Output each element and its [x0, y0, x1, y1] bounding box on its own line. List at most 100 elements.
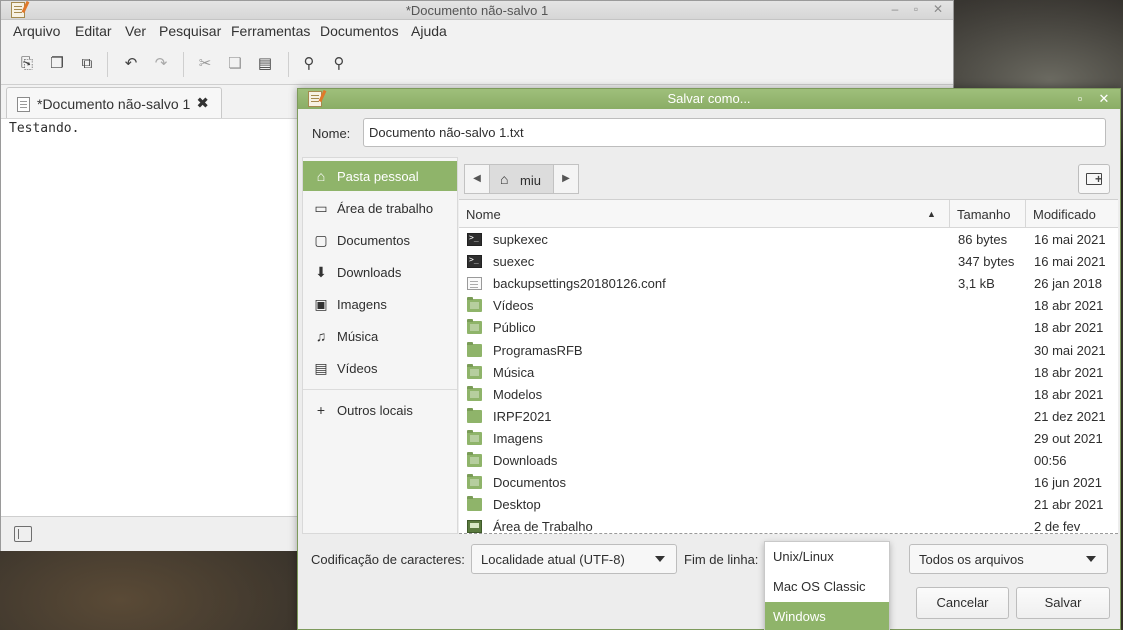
file-name: backupsettings20180126.conf — [493, 276, 666, 292]
place-outros-locais[interactable]: + Outros locais — [303, 395, 457, 425]
folder-icon — [467, 452, 482, 467]
file-name: Público — [493, 320, 536, 336]
place-documentos[interactable]: ▢ Documentos — [303, 225, 457, 255]
editor-title: *Documento não-salvo 1 — [405, 3, 549, 18]
file-modified: 16 mai 2021 — [1034, 232, 1106, 247]
folder-icon — [467, 474, 482, 490]
paste-icon[interactable]: ▤ — [255, 54, 275, 74]
place-videos[interactable]: ▤ Vídeos — [303, 353, 457, 383]
menu-ajuda[interactable]: Ajuda — [411, 23, 447, 39]
minimize-icon[interactable]: – — [885, 1, 905, 19]
file-row[interactable]: Downloads 00:56 — [459, 450, 1118, 472]
file-row[interactable]: suexec 347 bytes 16 mai 2021 — [459, 251, 1118, 273]
file-row[interactable]: Imagens 29 out 2021 — [459, 428, 1118, 450]
filter-value: Todos os arquivos — [919, 552, 1024, 567]
place-label: Documentos — [337, 233, 410, 248]
file-row[interactable]: Vídeos 18 abr 2021 — [459, 295, 1118, 317]
column-size[interactable]: Tamanho — [957, 207, 1010, 222]
cancel-button[interactable]: Cancelar — [916, 587, 1009, 619]
place-musica[interactable]: ♫ Música — [303, 321, 457, 351]
undo-icon[interactable]: ↶ — [121, 54, 141, 74]
file-list-header: Nome ▲ Tamanho Modificado — [459, 200, 1118, 228]
file-modified: 30 mai 2021 — [1034, 342, 1106, 358]
eol-option-label: Mac OS Classic — [773, 579, 866, 594]
save-button[interactable]: Salvar — [1016, 587, 1110, 619]
dialog-bottom-bar: Codificação de caracteres: Localidade at… — [298, 541, 1120, 630]
redo-icon[interactable]: ↷ — [151, 54, 171, 74]
place-pasta-pessoal[interactable]: ⌂ Pasta pessoal — [303, 161, 457, 191]
file-modified: 21 abr 2021 — [1034, 497, 1104, 513]
place-imagens[interactable]: ▣ Imagens — [303, 289, 457, 319]
file-name: Música — [493, 364, 535, 380]
path-back-icon[interactable]: ◀ — [464, 164, 490, 194]
side-panel-toggle-icon[interactable] — [14, 526, 32, 542]
menu-pesquisar[interactable]: Pesquisar — [159, 23, 221, 39]
find-icon[interactable]: ⚲ — [299, 54, 319, 74]
places-separator — [303, 389, 457, 390]
editor-titlebar[interactable]: *Documento não-salvo 1 – ▫ ✕ — [1, 1, 953, 20]
place-downloads[interactable]: ⬇ Downloads — [303, 257, 457, 287]
save-as-dialog: Salvar como... ▫ ✕ Nome: ⌂ Pasta pessoal… — [297, 88, 1121, 630]
file-row[interactable]: Área de Trabalho 2 de fev — [459, 516, 1118, 534]
tab-document[interactable]: *Documento não-salvo 1 ✖ — [6, 87, 222, 118]
file-name: supkexec — [493, 232, 548, 247]
toolbar-separator — [183, 52, 184, 77]
eol-option-unix[interactable]: Unix/Linux — [765, 542, 889, 571]
dialog-titlebar[interactable]: Salvar como... ▫ ✕ — [298, 89, 1120, 109]
file-modified: 18 abr 2021 — [1034, 364, 1104, 380]
file-row[interactable]: Modelos 18 abr 2021 — [459, 384, 1118, 406]
file-row[interactable]: IRPF2021 21 dez 2021 — [459, 406, 1118, 428]
column-separator — [949, 200, 950, 228]
tab-label: *Documento não-salvo 1 — [37, 96, 191, 112]
column-modified[interactable]: Modificado — [1033, 207, 1096, 222]
maximize-icon[interactable]: ▫ — [1071, 90, 1089, 108]
encoding-select[interactable]: Localidade atual (UTF-8) — [471, 544, 677, 574]
file-row[interactable]: Desktop 21 abr 2021 — [459, 494, 1118, 516]
place-label: Música — [337, 329, 379, 344]
find-replace-icon[interactable]: ⚲ — [329, 54, 349, 74]
home-icon: ⌂ — [500, 171, 509, 187]
column-name[interactable]: Nome — [466, 207, 501, 222]
tab-close-icon[interactable]: ✖ — [196, 94, 209, 112]
file-name: Imagens — [493, 430, 543, 446]
file-row[interactable]: Documentos 16 jun 2021 — [459, 472, 1118, 494]
folder-icon — [467, 297, 482, 313]
filename-input[interactable] — [363, 118, 1106, 147]
file-list[interactable]: Nome ▲ Tamanho Modificado supkexec 86 byt… — [459, 199, 1118, 534]
menu-editar[interactable]: Editar — [75, 23, 112, 39]
menubar: Arquivo Editar Ver Pesquisar Ferramentas… — [1, 20, 953, 43]
close-icon[interactable]: ✕ — [928, 1, 948, 19]
file-row[interactable]: Música 18 abr 2021 — [459, 362, 1118, 384]
path-button-home[interactable]: ⌂ miu — [489, 164, 554, 194]
file-name: Modelos — [493, 386, 543, 402]
maximize-icon[interactable]: ▫ — [906, 1, 926, 19]
chevron-down-icon — [1086, 556, 1096, 562]
file-filter-select[interactable]: Todos os arquivos — [909, 544, 1108, 574]
path-forward-icon[interactable]: ▶ — [553, 164, 579, 194]
file-row[interactable]: ProgramasRFB 30 mai 2021 — [459, 340, 1118, 362]
create-folder-button[interactable]: + — [1078, 164, 1110, 194]
file-row[interactable]: Público 18 abr 2021 — [459, 317, 1118, 339]
new-document-icon[interactable]: ⎘ — [17, 54, 37, 74]
menu-ferramentas[interactable]: Ferramentas — [231, 23, 310, 39]
place-area-de-trabalho[interactable]: ▭ Área de trabalho — [303, 193, 457, 223]
paste-document-icon[interactable]: ⧉ — [77, 54, 97, 74]
copy-icon[interactable]: ❏ — [225, 54, 245, 74]
eol-option-windows[interactable]: Windows — [765, 602, 889, 630]
menu-documentos[interactable]: Documentos — [320, 23, 399, 39]
encoding-value: Localidade atual (UTF-8) — [481, 552, 625, 567]
toolbar: ⎘ ❐ ⧉ ↶ ↷ ✂ ❏ ▤ ⚲ ⚲ — [1, 43, 953, 85]
eol-dropdown-popup: Unix/Linux Mac OS Classic Windows — [764, 541, 890, 630]
close-icon[interactable]: ✕ — [1095, 90, 1113, 108]
file-name: IRPF2021 — [493, 408, 552, 424]
download-icon: ⬇ — [315, 264, 327, 280]
copy-document-icon[interactable]: ❐ — [47, 54, 67, 74]
file-row[interactable]: supkexec 86 bytes 16 mai 2021 — [459, 229, 1118, 251]
name-row: Nome: — [298, 109, 1120, 155]
menu-ver[interactable]: Ver — [125, 23, 146, 39]
file-modified: 26 jan 2018 — [1034, 276, 1102, 292]
file-row[interactable]: backupsettings20180126.conf 3,1 kB 26 jan … — [459, 273, 1118, 295]
eol-option-mac[interactable]: Mac OS Classic — [765, 572, 889, 601]
cut-icon[interactable]: ✂ — [195, 54, 215, 74]
menu-arquivo[interactable]: Arquivo — [13, 23, 60, 39]
